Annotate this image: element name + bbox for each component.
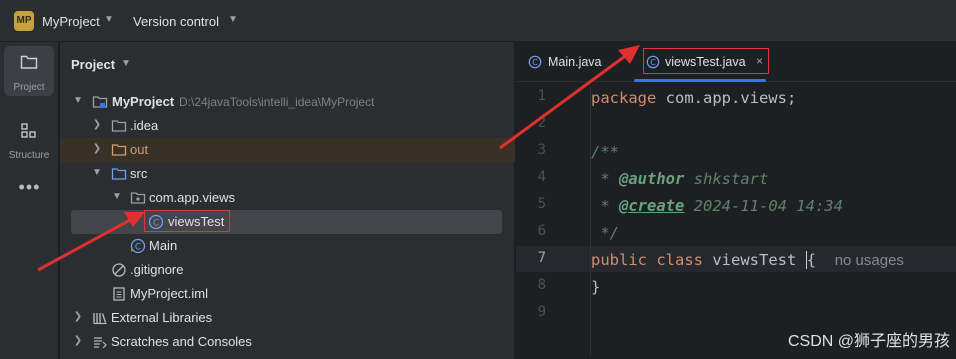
tree-item-label: External Libraries: [111, 310, 213, 325]
package-name: com.app.views;: [656, 89, 797, 107]
project-tool-window: Project ▼ ▼ MyProject D:\24javaTools\int…: [60, 42, 515, 359]
tree-item-label: Main: [149, 238, 178, 253]
chevron-right-icon[interactable]: ❯: [91, 119, 103, 130]
main-toolbar: MP MyProject ▼ Version control ▼: [0, 0, 956, 42]
tree-item-iml[interactable]: MyProject.iml: [60, 282, 515, 306]
doc-prefix: *: [591, 197, 619, 215]
tree-item-main[interactable]: C Main: [60, 234, 515, 258]
chevron-right-icon[interactable]: ❯: [72, 335, 84, 346]
doc-prefix: *: [591, 170, 619, 188]
project-path: D:\24javaTools\intelli_idea\MyProject: [179, 95, 375, 109]
code-line-4[interactable]: * @author shkstart: [591, 170, 768, 188]
tree-item-label: out: [130, 142, 149, 157]
code-line-6[interactable]: */: [591, 224, 619, 242]
module-folder-icon: [92, 94, 108, 110]
active-tab-indicator: [634, 79, 766, 82]
doc-value: shkstart: [684, 170, 769, 188]
tree-item-scratches[interactable]: ❯ Scratches and Consoles: [60, 330, 515, 354]
more-tools-icon[interactable]: •••: [0, 177, 59, 198]
project-tool-label: Project: [13, 82, 45, 93]
class-icon: C: [528, 55, 542, 69]
line-number-gutter: 1 2 3 4 5 6 7 8 9: [516, 84, 576, 359]
line-number: 9: [537, 304, 546, 320]
annotation-box: [144, 210, 230, 232]
ignore-file-icon: [111, 262, 127, 278]
folder-icon: [4, 54, 54, 73]
project-badge[interactable]: MP: [14, 11, 34, 31]
tab-main-java[interactable]: C Main.java: [516, 42, 616, 82]
doc-tag: @author: [619, 170, 685, 188]
code-line-5[interactable]: * @create 2024-11-04 14:34: [591, 197, 843, 215]
keyword: public: [591, 251, 647, 269]
project-switcher[interactable]: MyProject: [42, 14, 100, 29]
package-icon: [130, 190, 146, 206]
scratches-icon: [92, 334, 108, 350]
svg-text:C: C: [135, 243, 141, 253]
version-control-menu[interactable]: Version control: [133, 14, 219, 29]
chevron-expanded-icon[interactable]: ▼: [91, 167, 103, 178]
chevron-down-icon[interactable]: ▼: [228, 14, 238, 25]
code-line-1[interactable]: package com.app.views;: [591, 89, 796, 107]
chevron-right-icon[interactable]: ❯: [91, 143, 103, 154]
line-number: 1: [537, 88, 546, 104]
line-number: 2: [537, 115, 546, 131]
project-tool-button[interactable]: Project: [4, 46, 54, 96]
tree-item-label: MyProject: [112, 94, 175, 109]
tree-item-label: .gitignore: [130, 262, 184, 277]
line-number: 6: [537, 223, 546, 239]
line-number: 3: [537, 142, 546, 158]
tree-item-myproject[interactable]: ▼ MyProject D:\24javaTools\intelli_idea\…: [60, 90, 515, 114]
tree-item-label: MyProject.iml: [130, 286, 209, 301]
chevron-right-icon[interactable]: ❯: [72, 311, 84, 322]
tree-item-label: .idea: [130, 118, 159, 133]
tree-item-external-libraries[interactable]: ❯ External Libraries: [60, 306, 515, 330]
code-line-3[interactable]: /**: [591, 143, 619, 161]
svg-text:C: C: [532, 58, 538, 67]
chevron-expanded-icon[interactable]: ▼: [111, 191, 123, 202]
tree-item-gitignore[interactable]: .gitignore: [60, 258, 515, 282]
doc-tag: @create: [619, 197, 685, 215]
structure-tool-label: Structure: [8, 150, 50, 161]
tree-item-idea[interactable]: ❯ .idea: [60, 114, 515, 138]
class-name: viewsTest: [703, 251, 806, 269]
line-number: 5: [537, 196, 546, 212]
code-line-7[interactable]: public class viewsTest { no usages: [591, 251, 904, 269]
indent-guide: [590, 86, 591, 356]
tab-label: Main.java: [548, 55, 602, 69]
chevron-expanded-icon[interactable]: ▼: [72, 95, 84, 106]
chevron-down-icon[interactable]: ▼: [121, 58, 131, 69]
usages-hint[interactable]: no usages: [835, 252, 904, 269]
line-number: 4: [537, 169, 546, 185]
tree-item-out[interactable]: ❯ out: [60, 138, 515, 162]
library-icon: [92, 310, 108, 326]
structure-tool-button[interactable]: Structure: [4, 114, 54, 164]
brace: {: [805, 251, 817, 269]
folder-icon: [111, 118, 127, 134]
watermark: CSDN @狮子座的男孩: [787, 333, 950, 350]
tree-item-label: src: [130, 166, 148, 181]
source-folder-icon: [111, 166, 127, 182]
annotation-box: [643, 48, 769, 74]
structure-icon: [4, 122, 54, 143]
line-number: 8: [537, 277, 546, 293]
tree-item-viewstest[interactable]: C viewsTest: [71, 210, 502, 234]
excluded-folder-icon: [111, 142, 127, 158]
tree-item-package[interactable]: ▼ com.app.views: [60, 186, 515, 210]
chevron-down-icon[interactable]: ▼: [104, 14, 114, 25]
tree-item-label: Scratches and Consoles: [111, 334, 252, 349]
editor: C Main.java C viewsTest.java × 1 2 3 4 5…: [516, 42, 956, 359]
tool-window-strip: Project Structure •••: [0, 42, 59, 359]
keyword: class: [656, 251, 704, 269]
editor-tabs: C Main.java C viewsTest.java ×: [516, 42, 956, 82]
keyword: package: [591, 89, 657, 107]
tree-item-label: com.app.views: [149, 190, 235, 205]
tree-item-src[interactable]: ▼ src: [60, 162, 515, 186]
doc-value: 2024-11-04 14:34: [684, 197, 843, 215]
line-number: 7: [537, 250, 546, 266]
file-icon: [111, 286, 127, 302]
class-run-icon: C: [130, 238, 146, 254]
code-line-8[interactable]: }: [591, 278, 600, 296]
panel-title[interactable]: Project: [71, 57, 115, 72]
